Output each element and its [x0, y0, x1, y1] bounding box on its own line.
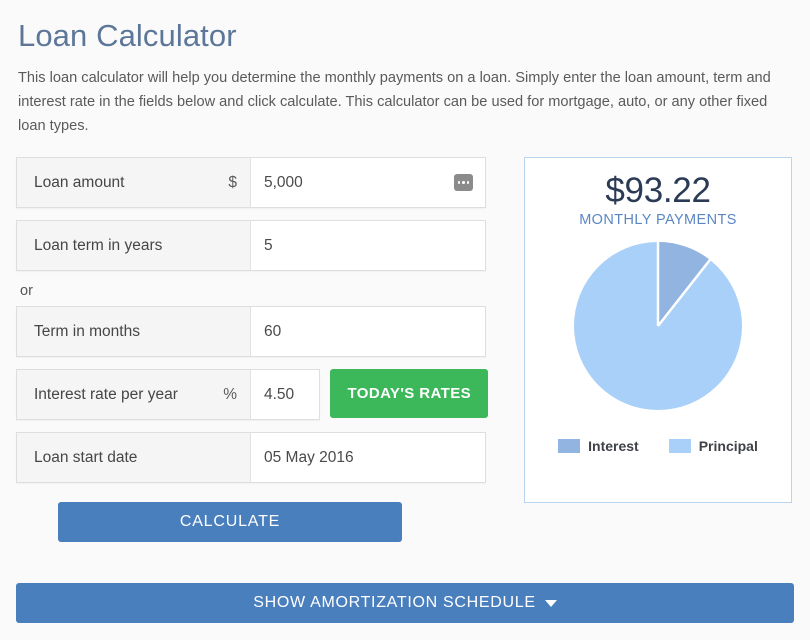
term-months-label-cell: Term in months — [17, 307, 251, 356]
intro-paragraph: This loan calculator will help you deter… — [18, 70, 771, 134]
loan-term-years-label: Loan term in years — [34, 236, 163, 254]
result-column: $93.22 MONTHLY PAYMENTS Interest Princip… — [524, 157, 792, 503]
loan-term-years-field[interactable]: Loan term in years 5 — [16, 220, 486, 271]
loan-amount-input[interactable]: 5,000 — [251, 158, 485, 207]
loan-calculator-page: Loan Calculator This loan calculator wil… — [0, 0, 810, 640]
chevron-down-icon — [544, 599, 557, 607]
pie-legend: Interest Principal — [558, 438, 758, 454]
monthly-payment-amount: $93.22 — [605, 171, 711, 210]
term-months-field[interactable]: Term in months 60 — [16, 306, 486, 357]
loan-amount-field[interactable]: Loan amount $ 5,000 — [16, 157, 486, 208]
legend-label-principal: Principal — [698, 438, 758, 454]
interest-rate-value: 4.50 — [264, 385, 295, 403]
term-months-label: Term in months — [34, 322, 140, 340]
term-months-input[interactable]: 60 — [251, 307, 485, 356]
amortization-label: SHOW AMORTIZATION SCHEDULE — [253, 594, 536, 611]
calculate-row: CALCULATE — [16, 502, 488, 542]
loan-amount-label: Loan amount — [34, 173, 125, 191]
loan-start-date-value: 05 May 2016 — [264, 448, 354, 466]
loan-term-years-label-cell: Loan term in years — [17, 221, 251, 270]
loan-amount-label-cell: Loan amount $ — [17, 158, 251, 207]
field-row-loan-term-years: Loan term in years 5 — [16, 220, 488, 271]
page-title: Loan Calculator — [18, 18, 237, 53]
form-column: Loan amount $ 5,000 Loan term in years 5… — [16, 157, 488, 542]
calculate-button[interactable]: CALCULATE — [58, 502, 402, 542]
interest-rate-label: Interest rate per year — [34, 385, 178, 403]
ellipsis-icon[interactable] — [454, 174, 473, 191]
payment-breakdown-pie-chart — [574, 242, 742, 410]
monthly-payment-caption: MONTHLY PAYMENTS — [579, 212, 737, 228]
todays-rates-button[interactable]: TODAY'S RATES — [330, 369, 488, 418]
interest-rate-field[interactable]: Interest rate per year % 4.50 — [16, 369, 321, 420]
result-panel: $93.22 MONTHLY PAYMENTS Interest Princip… — [524, 157, 792, 503]
or-separator: or — [20, 283, 33, 299]
loan-term-years-value: 5 — [264, 236, 273, 254]
loan-amount-value: 5,000 — [264, 173, 303, 191]
field-row-interest-rate: Interest rate per year % 4.50 TODAY'S RA… — [16, 369, 488, 420]
interest-rate-label-cell: Interest rate per year % — [17, 370, 251, 419]
percent-sign-icon: % — [223, 385, 237, 403]
legend-swatch-interest — [558, 439, 581, 453]
pie-svg — [574, 242, 742, 410]
loan-start-date-field[interactable]: Loan start date 05 May 2016 — [16, 432, 486, 483]
loan-start-date-label: Loan start date — [34, 448, 138, 466]
loan-term-years-input[interactable]: 5 — [251, 221, 485, 270]
term-months-value: 60 — [264, 322, 282, 340]
show-amortization-schedule-button[interactable]: SHOW AMORTIZATION SCHEDULE — [16, 583, 794, 623]
field-row-loan-amount: Loan amount $ 5,000 — [16, 157, 488, 208]
field-row-loan-start-date: Loan start date 05 May 2016 — [16, 432, 488, 483]
loan-start-date-input[interactable]: 05 May 2016 — [251, 433, 485, 482]
interest-rate-input[interactable]: 4.50 — [251, 370, 320, 419]
dollar-sign-icon: $ — [228, 173, 237, 191]
legend-label-interest: Interest — [588, 438, 639, 454]
field-row-term-months: Term in months 60 — [16, 306, 488, 357]
content-columns: Loan amount $ 5,000 Loan term in years 5… — [16, 157, 794, 542]
legend-swatch-principal — [668, 439, 691, 453]
legend-item-principal: Principal — [668, 438, 758, 454]
legend-item-interest: Interest — [558, 438, 639, 454]
loan-start-date-label-cell: Loan start date — [17, 433, 251, 482]
